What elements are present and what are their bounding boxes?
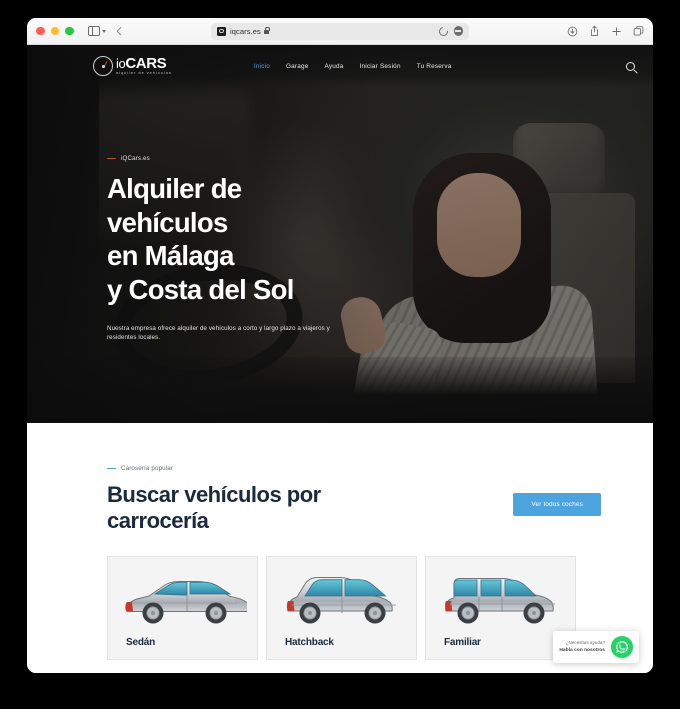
minimize-window-button[interactable] (50, 26, 59, 36)
bodytype-card-list: Sedán Hatchback Familiar (107, 555, 601, 660)
search-button[interactable] (626, 61, 635, 71)
hatchback-car-icon (267, 569, 416, 631)
eyebrow-dash-icon (107, 467, 116, 470)
estate-car-icon (426, 569, 575, 631)
hero-section: ioCARS alquiler de vehículos Inicio Gara… (27, 45, 653, 423)
traffic-lights (36, 26, 74, 36)
site-logo[interactable]: ioCARS alquiler de vehículos (93, 56, 172, 76)
whatsapp-cta-text: Habla con nosotros (559, 647, 605, 653)
chevron-down-icon (101, 29, 106, 33)
whatsapp-chat-widget[interactable]: ¿Necesitas ayuda? Habla con nosotros (553, 631, 639, 663)
whatsapp-help-text: ¿Necesitas ayuda? (565, 640, 605, 646)
nav-item-iniciar-sesion[interactable]: Iniciar Sesión (360, 63, 401, 70)
site-header: ioCARS alquiler de vehículos Inicio Gara… (27, 45, 653, 87)
bodytype-card-hatchback[interactable]: Hatchback (266, 555, 417, 660)
share-icon[interactable] (589, 25, 600, 37)
privacy-report-icon[interactable] (453, 26, 463, 36)
bodytype-label: Familiar (444, 636, 481, 648)
section-title: Buscar vehículos por carrocería (107, 482, 337, 534)
nav-item-garage[interactable]: Garage (286, 63, 309, 70)
lock-icon (264, 26, 271, 34)
browser-window: iqcars.es ioCARS alquiler de vehículos I… (27, 18, 653, 673)
hero-title-line-1: Alquiler de vehículos (107, 173, 242, 238)
logo-tagline: alquiler de vehículos (116, 71, 172, 76)
speedometer-icon (93, 56, 113, 76)
section-title-line-1: Buscar vehículos por (107, 482, 321, 507)
bodytype-section: Carosería popular Buscar vehículos por c… (27, 423, 653, 660)
url-text: iqcars.es (230, 26, 261, 36)
address-bar[interactable]: iqcars.es (211, 22, 469, 40)
hero-title-line-2: en Málaga (107, 240, 234, 272)
bodytype-card-sedan[interactable]: Sedán (107, 555, 258, 660)
eyebrow-dash-icon (107, 157, 116, 160)
hero-eyebrow: iQCars.es (107, 155, 357, 162)
bodytype-label: Hatchback (285, 636, 334, 648)
nav-item-ayuda[interactable]: Ayuda (325, 63, 344, 70)
nav-item-tu-reserva[interactable]: Tu Reserva (417, 63, 452, 70)
reload-icon[interactable] (436, 24, 450, 38)
hero-content: iQCars.es Alquiler de vehículos en Málag… (27, 87, 357, 343)
new-tab-icon[interactable] (611, 26, 622, 37)
logo-main-text: CARS (125, 54, 167, 72)
section-title-line-2: carrocería (107, 507, 209, 533)
browser-toolbar: iqcars.es (27, 18, 653, 45)
zoom-window-button[interactable] (65, 26, 74, 36)
hero-title: Alquiler de vehículos en Málaga y Costa … (107, 172, 357, 306)
close-window-button[interactable] (36, 26, 45, 36)
nav-item-inicio[interactable]: Inicio (254, 63, 270, 70)
main-navigation: Inicio Garage Ayuda Iniciar Sesión Tu Re… (254, 63, 452, 70)
hero-title-line-3: y Costa del Sol (107, 273, 294, 305)
sidebar-toggle-button[interactable] (87, 26, 106, 36)
hero-eyebrow-text: iQCars.es (121, 155, 150, 162)
sidebar-icon (87, 26, 100, 36)
section-eyebrow: Carosería popular (107, 465, 513, 472)
section-eyebrow-text: Carosería popular (121, 465, 174, 472)
whatsapp-button[interactable] (611, 636, 633, 658)
view-all-cars-button[interactable]: Ver todos coches (513, 493, 601, 516)
web-page: ioCARS alquiler de vehículos Inicio Gara… (27, 45, 653, 673)
downloads-icon[interactable] (567, 26, 578, 37)
bodytype-label: Sedán (126, 636, 156, 648)
whatsapp-icon (616, 641, 629, 653)
back-button[interactable] (116, 27, 125, 35)
hero-subtitle: Nuestra empresa ofrece alquiler de vehíc… (107, 325, 330, 342)
sedan-car-icon (108, 569, 257, 631)
tab-overview-icon[interactable] (633, 25, 644, 37)
search-icon (626, 61, 635, 71)
site-favicon (217, 26, 226, 36)
logo-prefix: io (116, 55, 126, 71)
